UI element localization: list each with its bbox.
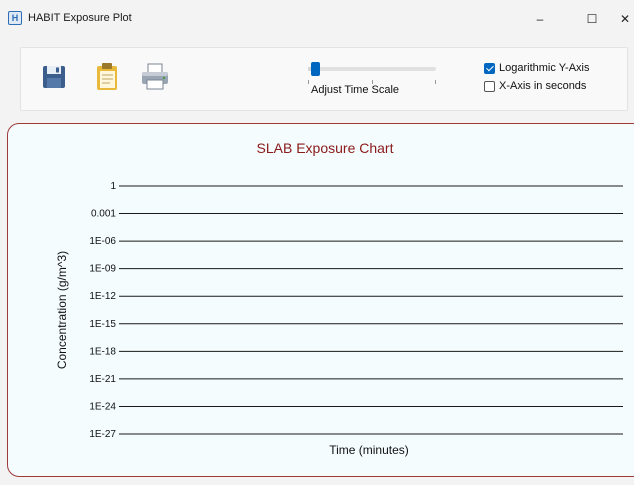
y-tick-label: 1E-12 (89, 291, 116, 302)
chart-panel: SLAB Exposure Chart 1 0.001 1E-06 1E-09 1E-1… (7, 123, 634, 477)
window-title: HABIT Exposure Plot (28, 12, 132, 24)
checkbox-icon[interactable] (484, 62, 495, 74)
toolbar: Adjust Time Scale Logarithmic Y-Axis X-A… (20, 47, 628, 111)
printer-icon (142, 63, 168, 90)
title-bar: H HABIT Exposure Plot – ☐ ✕ (0, 0, 634, 40)
y-tick-label: 1E-09 (89, 264, 116, 275)
y-tick-label: 1 (110, 181, 116, 192)
maximize-button[interactable]: ☐ (580, 7, 604, 31)
slider-thumb[interactable] (311, 62, 321, 76)
checkbox-icon[interactable] (484, 80, 495, 92)
y-tick-label: 1E-18 (89, 346, 116, 357)
log-y-axis-checkbox[interactable]: Logarithmic Y-Axis (484, 62, 590, 74)
paste-button[interactable] (91, 60, 123, 92)
y-tick-label: 1E-06 (89, 236, 116, 247)
time-scale-slider[interactable] (308, 62, 438, 86)
save-button[interactable] (38, 60, 70, 92)
print-button[interactable] (139, 60, 171, 92)
checkbox-label: Logarithmic Y-Axis (499, 62, 590, 74)
x-axis-seconds-checkbox[interactable]: X-Axis in seconds (484, 80, 586, 92)
checkbox-label: X-Axis in seconds (499, 80, 587, 92)
y-axis-label: Concentration (g/m^3) (55, 251, 69, 369)
floppy-disk-icon (43, 66, 65, 88)
y-tick-label: 1E-21 (89, 374, 116, 385)
clipboard-icon (97, 63, 117, 90)
app-icon: H (8, 11, 22, 25)
minimize-button[interactable]: – (528, 7, 552, 31)
slider-track (308, 67, 436, 71)
y-tick-label: 0.001 (91, 209, 116, 220)
x-axis-label: Time (minutes) (329, 443, 409, 457)
y-tick-label: 1E-24 (89, 401, 116, 412)
y-tick-label: 1E-27 (89, 429, 116, 440)
slider-tick (435, 80, 436, 84)
exposure-chart: 1 0.001 1E-06 1E-09 1E-12 1E-15 1E-18 1E-21 1E-2… (55, 181, 623, 457)
close-button[interactable]: ✕ (616, 7, 634, 31)
slider-label: Adjust Time Scale (311, 84, 400, 96)
slider-tick (308, 80, 309, 84)
y-tick-label: 1E-15 (89, 319, 116, 330)
